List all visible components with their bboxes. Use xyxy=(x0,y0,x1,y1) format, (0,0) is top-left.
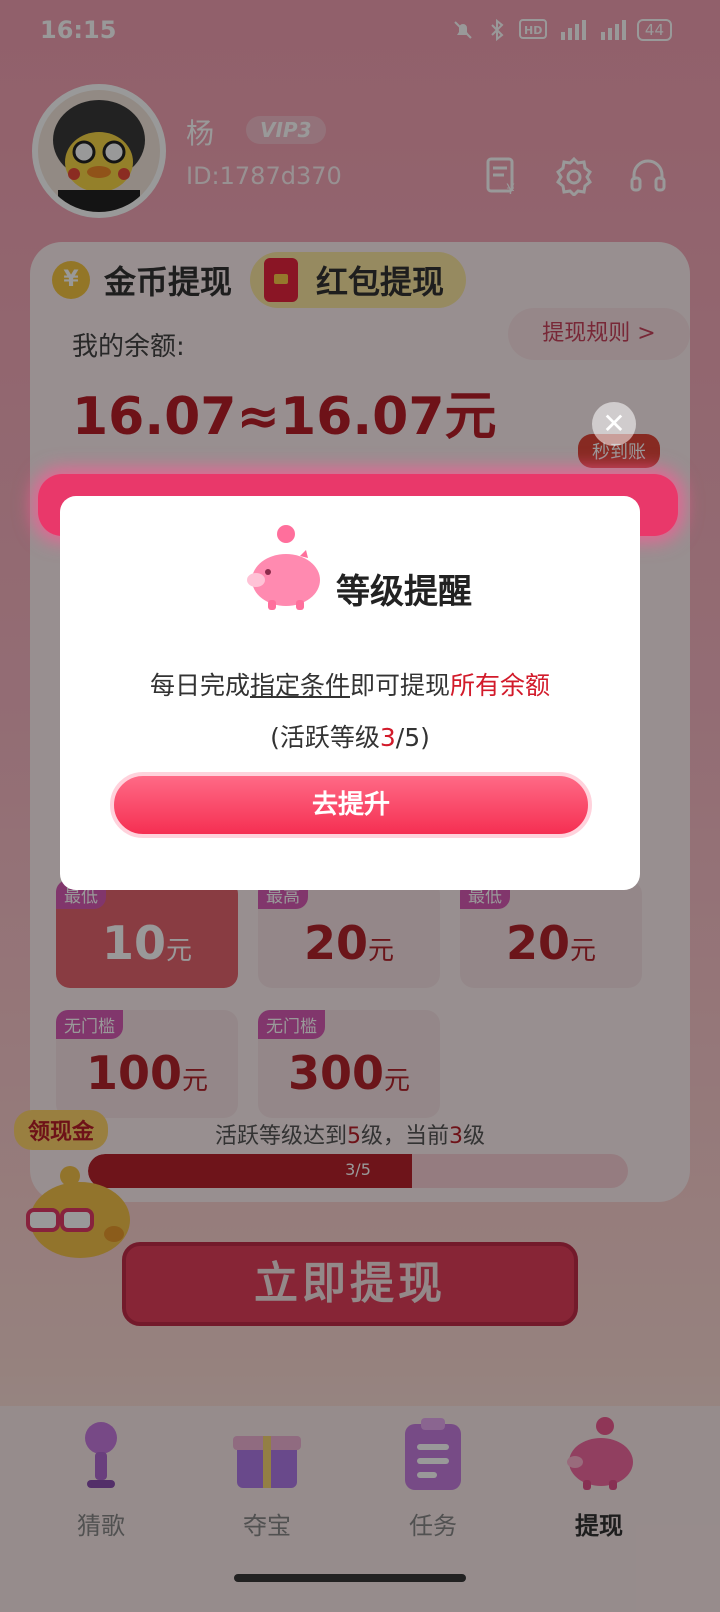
upgrade-button[interactable]: 去提升 xyxy=(110,772,592,838)
modal-message: 每日完成指定条件即可提现所有余额 xyxy=(149,671,551,700)
specified-conditions-link[interactable]: 指定条件 xyxy=(250,671,350,700)
close-icon[interactable]: ✕ xyxy=(592,402,636,446)
modal-level-info: (活跃等级3/5) xyxy=(270,723,430,752)
level-reminder-dialog: 等级提醒 每日完成指定条件即可提现所有余额 (活跃等级3/5) 去提升 xyxy=(60,496,640,890)
piggy-bank-icon xyxy=(238,522,328,612)
home-indicator[interactable] xyxy=(234,1574,466,1582)
modal-title: 等级提醒 xyxy=(336,572,472,612)
